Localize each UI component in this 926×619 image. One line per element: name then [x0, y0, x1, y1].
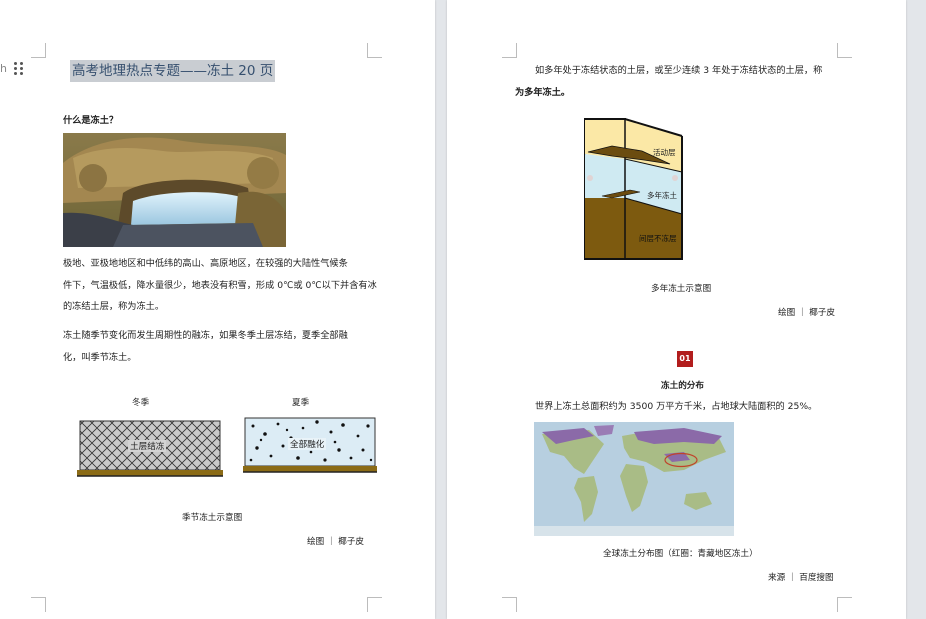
definition-line-3: 的冻结土层，称为冻土。 — [63, 301, 165, 312]
section-title: 冻土的分布 — [661, 381, 704, 391]
margin-corner-top-left — [31, 43, 46, 58]
permafrost-caption: 多年冻土示意图 — [651, 284, 712, 294]
heading-fragment: h — [0, 62, 7, 75]
seasonal-paragraph: 冻土随季节变化而发生周期性的融冻，如果冬季土层冻结，夏季全部融 化，叫季节冻土。 — [63, 325, 383, 368]
summer-box-label: 全部融化 — [288, 438, 327, 450]
margin-corner-top-left — [502, 43, 517, 58]
definition-paragraph: 极地、亚极地地区和中低纬的高山、高原地区，在较强的大陆性气候条 件下，气温极低，… — [63, 253, 383, 318]
winter-box-label: 土层结冻 — [128, 440, 167, 452]
summer-label: 夏季 — [292, 398, 310, 408]
section-number-badge: 01 — [677, 351, 693, 367]
layer-label-active: 活动层 — [653, 148, 676, 157]
margin-corner-bottom-left — [502, 597, 517, 612]
right-credit-1: 绘图 ｜ 椰子皮 — [778, 308, 836, 318]
document-page-right: 如多年处于冻结状态的土层，或至少连续 3 年处于冻结状态的土层，称 为多年冻土。… — [447, 0, 906, 619]
intro-line-2: 为多年冻土。 — [515, 86, 571, 98]
intro-line-1: 如多年处于冻结状态的土层，或至少连续 3 年处于冻结状态的土层，称 — [535, 65, 823, 76]
margin-corner-top-right — [837, 43, 852, 58]
map-caption: 全球冻土分布图（红圈：青藏地区冻土） — [603, 549, 758, 559]
drag-handle-icon[interactable] — [13, 61, 25, 77]
question-heading: 什么是冻土？ — [63, 115, 119, 126]
world-permafrost-map — [534, 422, 734, 536]
margin-corner-bottom-right — [367, 597, 382, 612]
definition-line-1: 极地、亚极地地区和中低纬的高山、高原地区，在较强的大陆性气候条 — [63, 258, 348, 269]
left-credit: 绘图 ｜ 椰子皮 — [307, 537, 365, 547]
permafrost-photo — [63, 133, 286, 247]
seasonal-caption: 季节冻土示意图 — [182, 513, 243, 523]
distribution-text: 世界上冻土总面积约为 3500 万平方千米，占地球大陆面积的 25%。 — [535, 401, 818, 412]
permafrost-intro: 如多年处于冻结状态的土层，或至少连续 3 年处于冻结状态的土层，称 为多年冻土。 — [515, 60, 855, 103]
layer-label-unfrozen: 间层不冻层 — [639, 234, 677, 243]
seasonal-line-2: 化，叫季节冻土。 — [63, 351, 137, 363]
layer-label-permafrost: 多年冻土 — [647, 191, 677, 200]
document-title[interactable]: 高考地理热点专题——冻土 20 页 — [70, 60, 276, 82]
seasonal-line-1: 冻土随季节变化而发生周期性的融冻，如果冬季土层冻结，夏季全部融 — [63, 330, 348, 341]
margin-corner-bottom-right — [837, 597, 852, 612]
document-page-left: h 高考地理热点专题——冻土 20 页 什么是冻土？ 极地、亚极地地区和中低纬的… — [0, 0, 435, 619]
definition-line-2: 件下，气温极低，降水量很少，地表没有积雪，形成 0℃或 0℃以下并含有冰 — [63, 279, 377, 291]
winter-label: 冬季 — [132, 398, 150, 408]
right-credit-2: 来源 ｜ 百度搜图 — [768, 573, 834, 583]
margin-corner-top-right — [367, 43, 382, 58]
margin-corner-bottom-left — [31, 597, 46, 612]
